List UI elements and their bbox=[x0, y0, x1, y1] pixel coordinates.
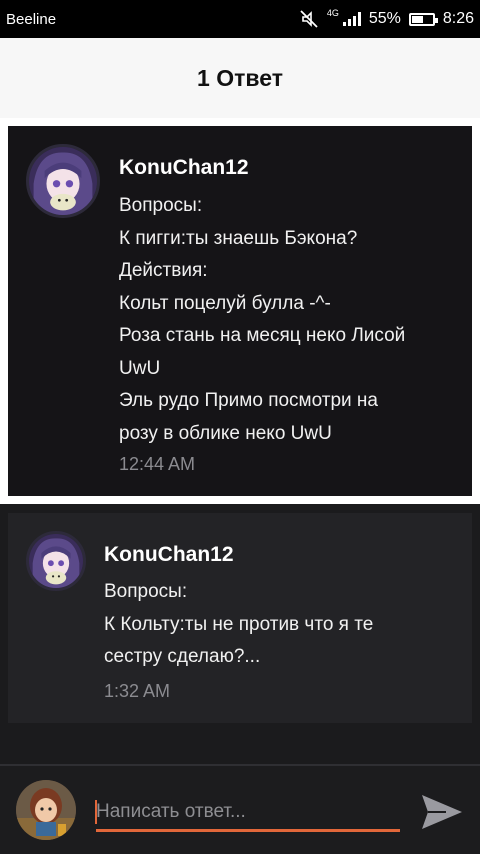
text-cursor bbox=[95, 800, 97, 824]
comment-line: розу в облике неко UwU bbox=[119, 422, 332, 444]
battery-percent: 55% bbox=[368, 10, 401, 27]
comment-card[interactable]: KonuChan12 Вопросы: К пигги:ты знаешь Бэ… bbox=[8, 126, 472, 496]
thread-header: 1 Ответ bbox=[0, 38, 480, 118]
comment-card[interactable]: KonuChan12 Вопросы: К Кольту:ты не проти… bbox=[8, 513, 472, 723]
comment-line: К Кольту:ты не против что я те bbox=[104, 613, 374, 635]
comment-timestamp: 12:44 AM bbox=[119, 454, 196, 474]
mute-icon bbox=[300, 10, 318, 28]
comment-line: Кольт поцелуй булла -^- bbox=[119, 292, 331, 314]
carrier-name: Beeline bbox=[6, 10, 57, 28]
battery-fill bbox=[411, 15, 423, 23]
avatar[interactable] bbox=[26, 144, 100, 218]
anime-avatar-image bbox=[29, 147, 97, 215]
comment-author[interactable]: KonuChan12 bbox=[119, 156, 249, 180]
page-title: 1 Ответ bbox=[197, 64, 283, 91]
anime-avatar-image bbox=[29, 534, 83, 588]
comment-line: Вопросы: bbox=[104, 581, 188, 602]
comment-text: Вопросы: К Кольту:ты не против что я те … bbox=[104, 576, 444, 674]
battery-icon bbox=[408, 12, 438, 26]
reply-bar bbox=[0, 764, 480, 854]
comment-line: UwU bbox=[119, 357, 161, 379]
comment-line: Вопросы: bbox=[119, 195, 203, 216]
comment-line: Роза стань на месяц неко Лисой bbox=[119, 325, 406, 346]
status-icons: 4G 55% 8:26 bbox=[299, 7, 474, 29]
comment-line: сестру сделаю?... bbox=[104, 646, 261, 667]
clock: 8:26 bbox=[442, 10, 474, 27]
signal-icon bbox=[342, 12, 361, 26]
user-avatar-image bbox=[16, 780, 76, 840]
comment-timestamp: 1:32 AM bbox=[104, 681, 171, 701]
user-avatar[interactable] bbox=[16, 780, 76, 840]
comment-line: Действия: bbox=[119, 260, 208, 281]
status-bar: Beeline 4G 55% 8:26 bbox=[0, 0, 480, 38]
send-icon[interactable] bbox=[420, 792, 464, 832]
comment-line: К пигги:ты знаешь Бэкона? bbox=[119, 227, 358, 249]
comment-text: Вопросы: К пигги:ты знаешь Бэкона? Дейст… bbox=[119, 190, 459, 450]
comment-author[interactable]: KonuChan12 bbox=[104, 543, 234, 567]
avatar[interactable] bbox=[26, 531, 86, 591]
comment-line: Эль рудо Примо посмотри на bbox=[119, 390, 378, 411]
network-type: 4G bbox=[326, 7, 339, 18]
reply-input[interactable] bbox=[96, 794, 400, 832]
